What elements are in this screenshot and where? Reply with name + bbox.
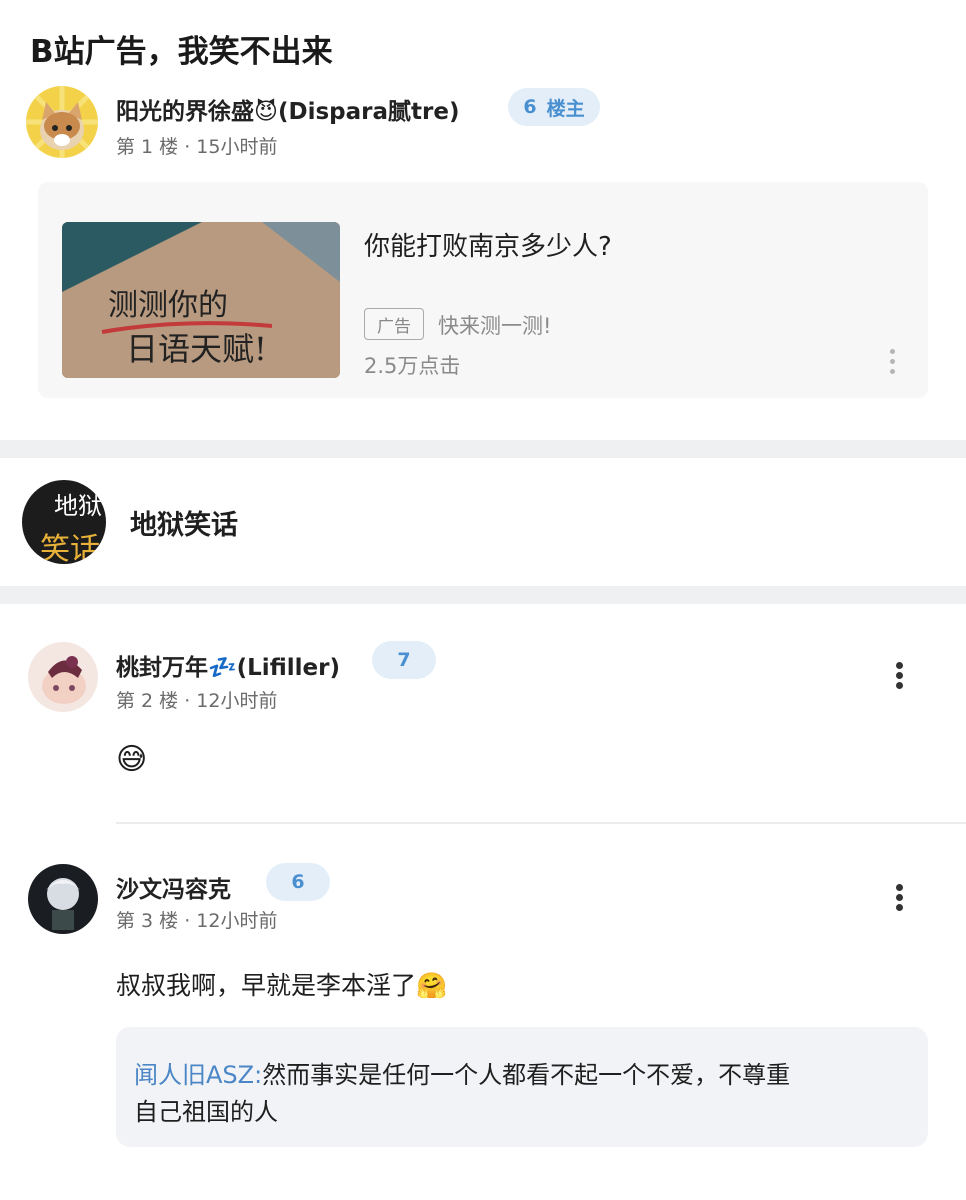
ad-image[interactable]: 测测你的 日语天赋! <box>62 222 340 378</box>
reply-text-2: 自己祖国的人 <box>134 1098 278 1126</box>
cat-avatar-icon <box>26 86 98 158</box>
comment-2-floor-meta: 第 3 楼 · 12小时前 <box>116 910 278 932</box>
section-divider <box>0 440 966 458</box>
ad-tag: 广告 <box>364 308 424 340</box>
comment-1-more-icon[interactable] <box>894 660 906 692</box>
op-avatar[interactable] <box>26 86 98 158</box>
ad-image-text-1: 测测你的 <box>108 288 228 323</box>
comment-1-level: 7 <box>397 649 411 671</box>
reply-text-1: 然而事实是任何一个人都看不起一个不爱，不尊重 <box>262 1061 791 1089</box>
section-divider-2 <box>0 586 966 604</box>
character-avatar-icon-2 <box>46 878 80 930</box>
topic-avatar[interactable]: 地狱 笑话 <box>22 480 106 564</box>
topic-avatar-text-1: 地狱 <box>54 492 102 520</box>
comment-2-avatar[interactable] <box>28 864 98 934</box>
comment-1-avatar[interactable] <box>28 642 98 712</box>
op-floor-meta: 第 1 楼 · 15小时前 <box>116 136 278 158</box>
reply-line-1: 闻人旧ASZ:然而事实是任何一个人都看不起一个不爱，不尊重 <box>134 1055 790 1090</box>
comment-1-text: 😅 <box>116 742 148 777</box>
comment-2-more-icon[interactable] <box>894 882 906 914</box>
ad-clicks: 2.5万点击 <box>364 354 461 378</box>
character-avatar-icon <box>42 656 86 704</box>
comment-1-floor-meta: 第 2 楼 · 12小时前 <box>116 690 278 712</box>
comment-2-level: 6 <box>291 871 305 893</box>
op-username[interactable]: 阳光的界徐盛😈(Dispara腻tre) <box>116 92 459 126</box>
ad-subtitle: 快来测一测! <box>438 314 552 338</box>
comment-1-username[interactable]: 桃封万年💤(Lifiller) <box>116 648 340 682</box>
comment-2-username[interactable]: 沙文冯容克 <box>116 870 231 904</box>
op-level-badge: 6 楼主 <box>508 88 600 126</box>
comment-separator <box>116 822 966 824</box>
topic-name[interactable]: 地狱笑话 <box>130 503 238 542</box>
comment-2-text: 叔叔我啊，早就是李本淫了🤗 <box>116 971 448 1000</box>
comment-1-level-badge: 7 <box>372 641 436 679</box>
post-title: B站广告，我笑不出来 <box>30 34 333 70</box>
op-level: 6 <box>523 96 537 118</box>
comment-2-level-badge: 6 <box>266 863 330 901</box>
op-role: 楼主 <box>546 97 585 120</box>
ad-more-icon[interactable] <box>886 347 900 377</box>
ad-title[interactable]: 你能打败南京多少人? <box>364 226 612 263</box>
reply-username[interactable]: 闻人旧ASZ: <box>134 1061 262 1089</box>
ad-image-text-2: 日语天赋! <box>126 330 267 368</box>
topic-avatar-text-2: 笑话 <box>40 532 100 564</box>
